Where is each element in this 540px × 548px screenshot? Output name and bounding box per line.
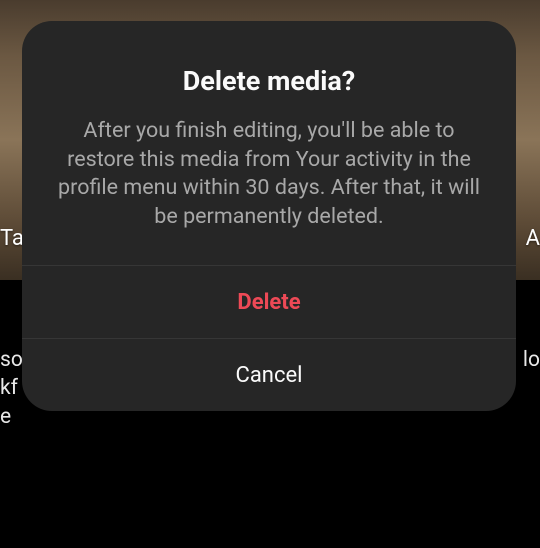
delete-button[interactable]: Delete <box>22 265 516 338</box>
dialog-title: Delete media? <box>48 65 490 97</box>
background-text-fragment: lo <box>523 346 540 374</box>
background-text-fragment: A <box>526 226 540 251</box>
background-text-fragment: so kf e <box>0 346 23 431</box>
dialog-message: After you finish editing, you'll be able… <box>48 117 490 231</box>
cancel-button[interactable]: Cancel <box>22 338 516 411</box>
background-text-fragment: Ta <box>0 226 24 251</box>
dialog-button-group: Delete Cancel <box>22 265 516 411</box>
dialog-body: Delete media? After you finish editing, … <box>22 21 516 265</box>
confirmation-dialog: Delete media? After you finish editing, … <box>22 21 516 411</box>
